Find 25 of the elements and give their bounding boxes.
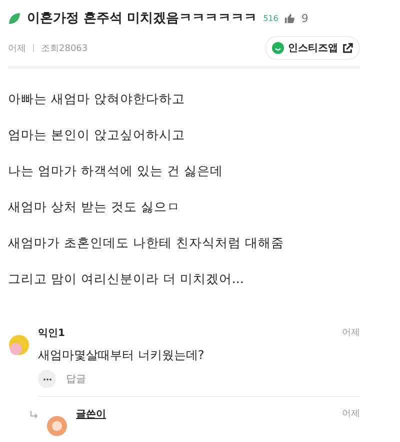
comment-text: 새엄마몇살때부터 너키웠는데?	[38, 347, 206, 364]
body-text: 새엄마가 초혼인데도 나한테 친자식처럼 대해줌	[8, 235, 285, 252]
leaf-icon	[8, 12, 21, 24]
smiley-icon	[272, 42, 284, 54]
comment-date: 어제	[342, 408, 360, 421]
body-text: 나는 엄마가 하객석에 있는 건 싫은데	[8, 163, 224, 180]
like-count: 9	[301, 12, 308, 24]
more-button[interactable]	[38, 370, 56, 388]
body-text: 엄마는 본인이 앉고싶어하시고	[8, 127, 186, 144]
badge-count: 516	[263, 14, 278, 22]
post-date: 어제	[8, 42, 26, 54]
comment-author: 글쓴이	[76, 408, 106, 421]
post-title: 이혼가정 혼주석 미치겠음ㅋㅋㅋㅋㅋㅋ	[27, 10, 258, 27]
thumbs-up-icon	[284, 12, 296, 24]
reply-button[interactable]: 답글	[66, 372, 86, 386]
body-text: 새엄마 상처 받는 것도 싫으ㅁ	[8, 199, 181, 216]
body-text: 아빠는 새엄마 앉혀야한다하고	[8, 91, 186, 108]
reply-arrow-icon	[30, 411, 38, 419]
comment-date: 어제	[342, 327, 360, 340]
more-icon	[42, 378, 52, 380]
app-button[interactable]: 인스티즈앱	[265, 36, 360, 60]
external-link-icon	[342, 42, 353, 54]
view-count: 조회28063	[41, 42, 88, 54]
comment-author: 익인1	[38, 327, 65, 340]
body-text: 그리고 맘이 여리신분이라 더 미치겠어...	[8, 271, 245, 288]
